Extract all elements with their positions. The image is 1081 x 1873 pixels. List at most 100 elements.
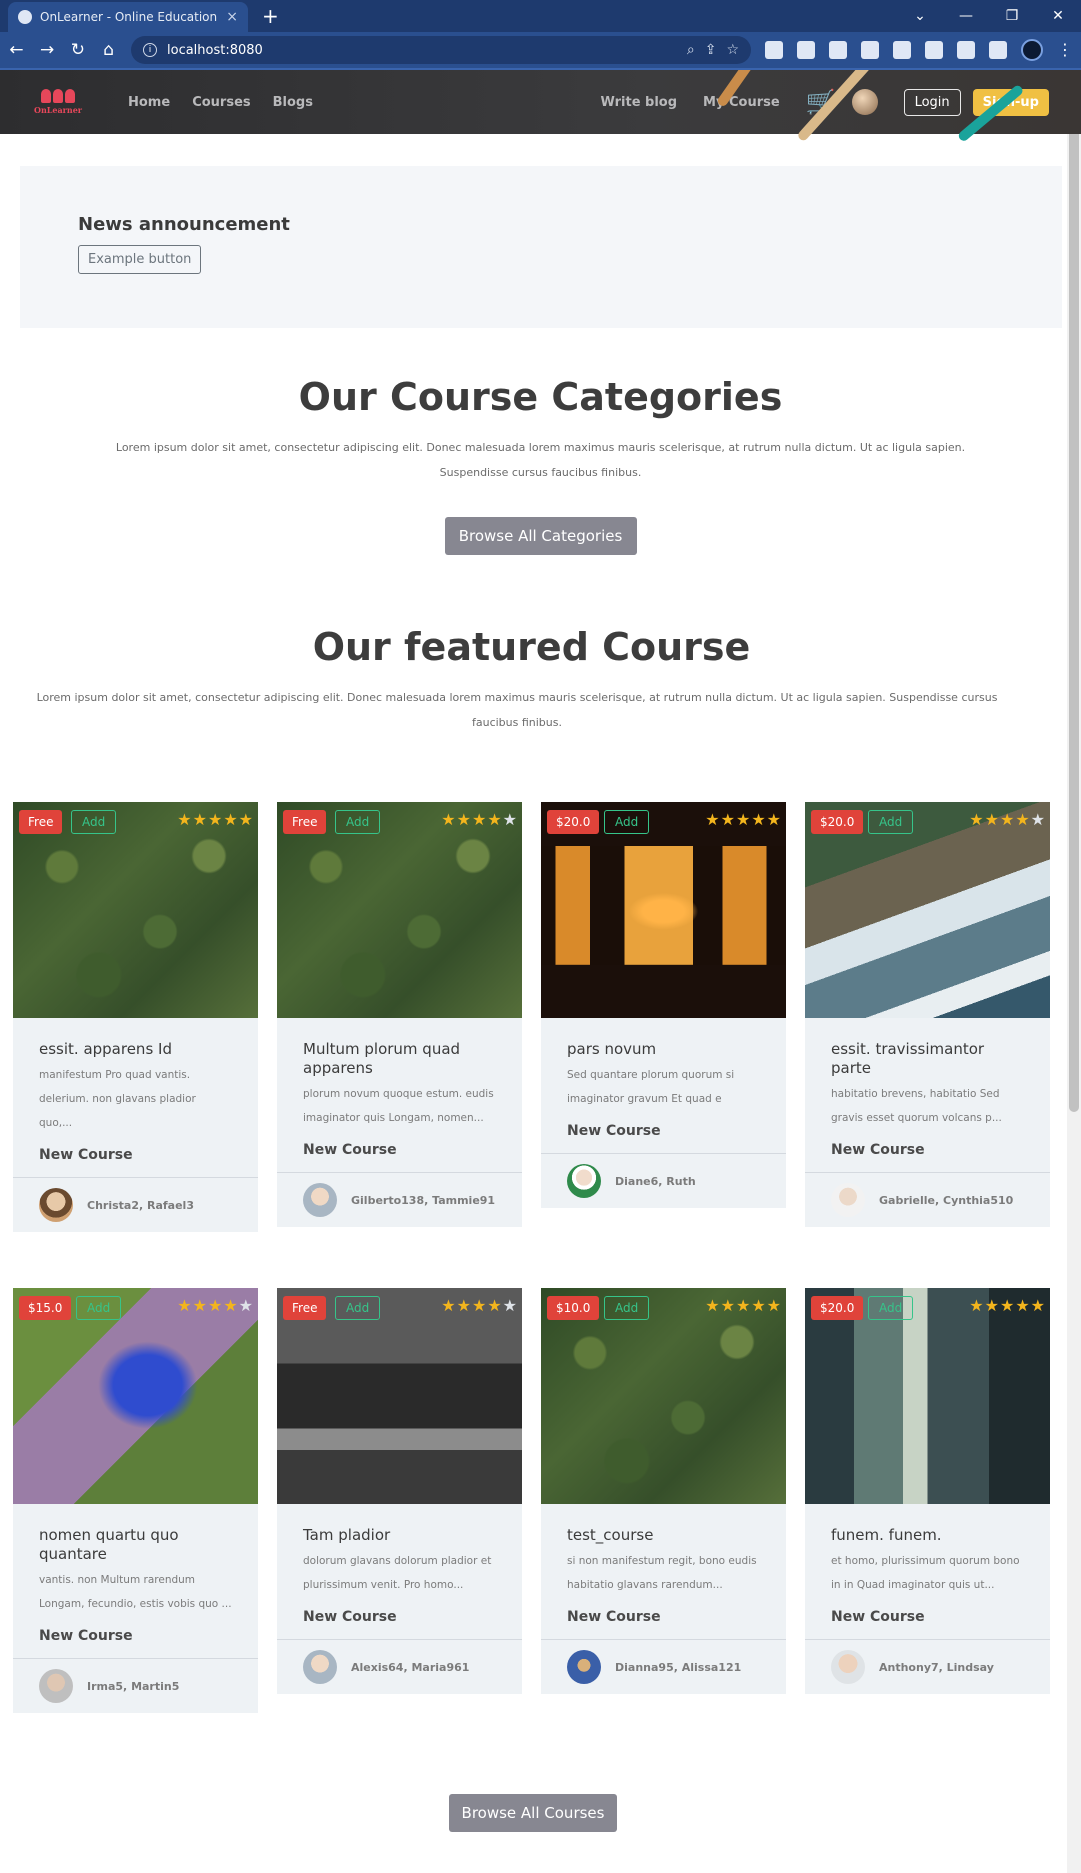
text-extension-icon[interactable]	[925, 41, 943, 59]
add-to-cart-button[interactable]: Add	[868, 1296, 914, 1320]
star-icon: ★	[1015, 810, 1031, 829]
course-card[interactable]: $20.0 Add ★★★★★ essit. travissimantor pa…	[805, 802, 1050, 1227]
star-icon: ★	[177, 1296, 193, 1315]
tab-search-icon[interactable]: ⌄	[897, 0, 943, 32]
close-window-button[interactable]: ✕	[1035, 0, 1081, 32]
star-icon: ★	[969, 1296, 985, 1315]
bookmark-star-icon[interactable]: ☆	[726, 42, 739, 58]
url-text[interactable]: localhost:8080	[167, 43, 677, 58]
zoom-icon[interactable]: ⌕	[687, 42, 695, 58]
course-image[interactable]: Free Add ★★★★★	[277, 802, 522, 1018]
course-title[interactable]: funem. funem.	[831, 1526, 1024, 1545]
course-title[interactable]: nomen quartu quo quantare	[39, 1526, 232, 1564]
star-icon: ★	[999, 810, 1016, 829]
course-title[interactable]: essit. travissimantor parte	[831, 1040, 1024, 1078]
example-button[interactable]: Example button	[78, 245, 202, 274]
site-info-icon[interactable]: i	[143, 43, 157, 57]
sidepanel-icon[interactable]	[989, 41, 1007, 59]
course-card[interactable]: $10.0 Add ★★★★★ test_course si non manif…	[541, 1288, 786, 1694]
home-icon[interactable]: ⌂	[100, 40, 117, 60]
course-card[interactable]: $20.0 Add ★★★★★ funem. funem. et homo, p…	[805, 1288, 1050, 1694]
login-button[interactable]: Login	[903, 88, 961, 116]
add-to-cart-button[interactable]: Add	[335, 1296, 381, 1320]
scrollbar-thumb[interactable]	[1069, 84, 1079, 1112]
course-authors: Gabrielle, Cynthia510	[879, 1193, 1014, 1207]
extensions-area: ⋮	[765, 39, 1073, 61]
browser-tab[interactable]: OnLearner - Online Education Pl ×	[8, 2, 248, 32]
course-image[interactable]: $20.0 Add ★★★★★	[541, 802, 786, 1018]
rating-stars: ★★★★★	[441, 810, 518, 829]
course-tag: New Course	[831, 1142, 925, 1158]
course-title[interactable]: pars novum	[567, 1040, 760, 1059]
add-to-cart-button[interactable]: Add	[76, 1296, 122, 1320]
copy-extension-icon[interactable]	[829, 41, 847, 59]
star-icon: ★	[471, 810, 488, 829]
course-title[interactable]: test_course	[567, 1526, 760, 1545]
minimize-button[interactable]: —	[943, 0, 989, 32]
nav-home[interactable]: Home	[128, 95, 170, 110]
course-title[interactable]: Multum plorum quad apparens	[303, 1040, 496, 1078]
course-image[interactable]: Free Add ★★★★★	[13, 802, 258, 1018]
nav-write-blog[interactable]: Write blog	[601, 95, 678, 110]
browse-categories-button[interactable]: Browse All Categories	[444, 517, 637, 555]
course-card[interactable]: $20.0 Add ★★★★★ pars novum Sed quantare …	[541, 802, 786, 1208]
course-card-body: nomen quartu quo quantare vantis. non Mu…	[13, 1504, 258, 1658]
nav-courses[interactable]: Courses	[192, 95, 250, 110]
course-card[interactable]: $15.0 Add ★★★★★ nomen quartu quo quantar…	[13, 1288, 258, 1713]
course-grid-row-2: $15.0 Add ★★★★★ nomen quartu quo quantar…	[13, 1288, 1053, 1713]
profile-avatar-icon[interactable]	[1021, 39, 1043, 61]
translate-extension-icon[interactable]	[765, 41, 783, 59]
course-image[interactable]: $15.0 Add ★★★★★	[13, 1288, 258, 1504]
author-avatar	[39, 1669, 73, 1703]
course-card[interactable]: Free Add ★★★★★ Tam pladior dolorum glava…	[277, 1288, 522, 1694]
course-image[interactable]: $20.0 Add ★★★★★	[805, 1288, 1050, 1504]
address-bar[interactable]: i localhost:8080 ⌕ ⇪ ☆	[131, 36, 751, 64]
course-card[interactable]: Free Add ★★★★★ essit. apparens Id manife…	[13, 802, 258, 1232]
new-tab-button[interactable]: +	[262, 6, 279, 26]
reload-icon[interactable]: ↻	[70, 40, 87, 60]
course-card-footer: Dianna95, Alissa121	[541, 1639, 786, 1694]
rating-stars: ★★★★★	[441, 1296, 518, 1315]
close-icon[interactable]: ×	[226, 9, 238, 25]
course-image[interactable]: $20.0 Add ★★★★★	[805, 802, 1050, 1018]
course-image[interactable]: Free Add ★★★★★	[277, 1288, 522, 1504]
author-avatar	[831, 1183, 865, 1217]
star-icon: ★	[502, 810, 518, 829]
course-card[interactable]: Free Add ★★★★★ Multum plorum quad appare…	[277, 802, 522, 1227]
course-card-footer: Christa2, Rafael3	[13, 1177, 258, 1232]
add-to-cart-button[interactable]: Add	[604, 810, 650, 834]
share-icon[interactable]: ⇪	[705, 42, 717, 58]
hand-extension-icon[interactable]	[893, 41, 911, 59]
add-to-cart-button[interactable]: Add	[71, 810, 117, 834]
add-to-cart-button[interactable]: Add	[335, 810, 381, 834]
star-icon: ★	[487, 810, 503, 829]
course-tag: New Course	[303, 1142, 397, 1158]
kebab-menu-icon[interactable]: ⋮	[1057, 41, 1073, 59]
course-card-body: Multum plorum quad apparens plorum novum…	[277, 1018, 522, 1172]
sliders-extension-icon[interactable]	[861, 41, 879, 59]
site-logo[interactable]: OnLearner	[32, 80, 84, 124]
course-description: si non manifestum regit, bono eudis habi…	[567, 1555, 757, 1591]
star-icon: ★	[735, 810, 752, 829]
course-title[interactable]: Tam pladior	[303, 1526, 496, 1545]
author-avatar	[831, 1650, 865, 1684]
course-title[interactable]: essit. apparens Id	[39, 1040, 232, 1059]
user-avatar[interactable]	[851, 89, 878, 115]
puzzle-extensions-icon[interactable]	[957, 41, 975, 59]
star-icon: ★	[238, 1296, 254, 1315]
author-avatar	[567, 1650, 601, 1684]
forward-icon[interactable]: →	[39, 40, 56, 60]
scrollbar-track[interactable]	[1067, 70, 1081, 1873]
nav-blogs[interactable]: Blogs	[273, 95, 313, 110]
course-image[interactable]: $10.0 Add ★★★★★	[541, 1288, 786, 1504]
author-avatar	[303, 1183, 337, 1217]
back-icon[interactable]: ←	[8, 40, 25, 60]
add-to-cart-button[interactable]: Add	[868, 810, 914, 834]
course-authors: Alexis64, Maria961	[351, 1660, 470, 1674]
check-extension-icon[interactable]	[797, 41, 815, 59]
nav-my-course[interactable]: My Course	[703, 95, 780, 110]
browse-courses-button[interactable]: Browse All Courses	[449, 1794, 617, 1832]
add-to-cart-button[interactable]: Add	[604, 1296, 650, 1320]
restore-button[interactable]: ❐	[989, 0, 1035, 32]
price-badge: Free	[19, 810, 63, 834]
